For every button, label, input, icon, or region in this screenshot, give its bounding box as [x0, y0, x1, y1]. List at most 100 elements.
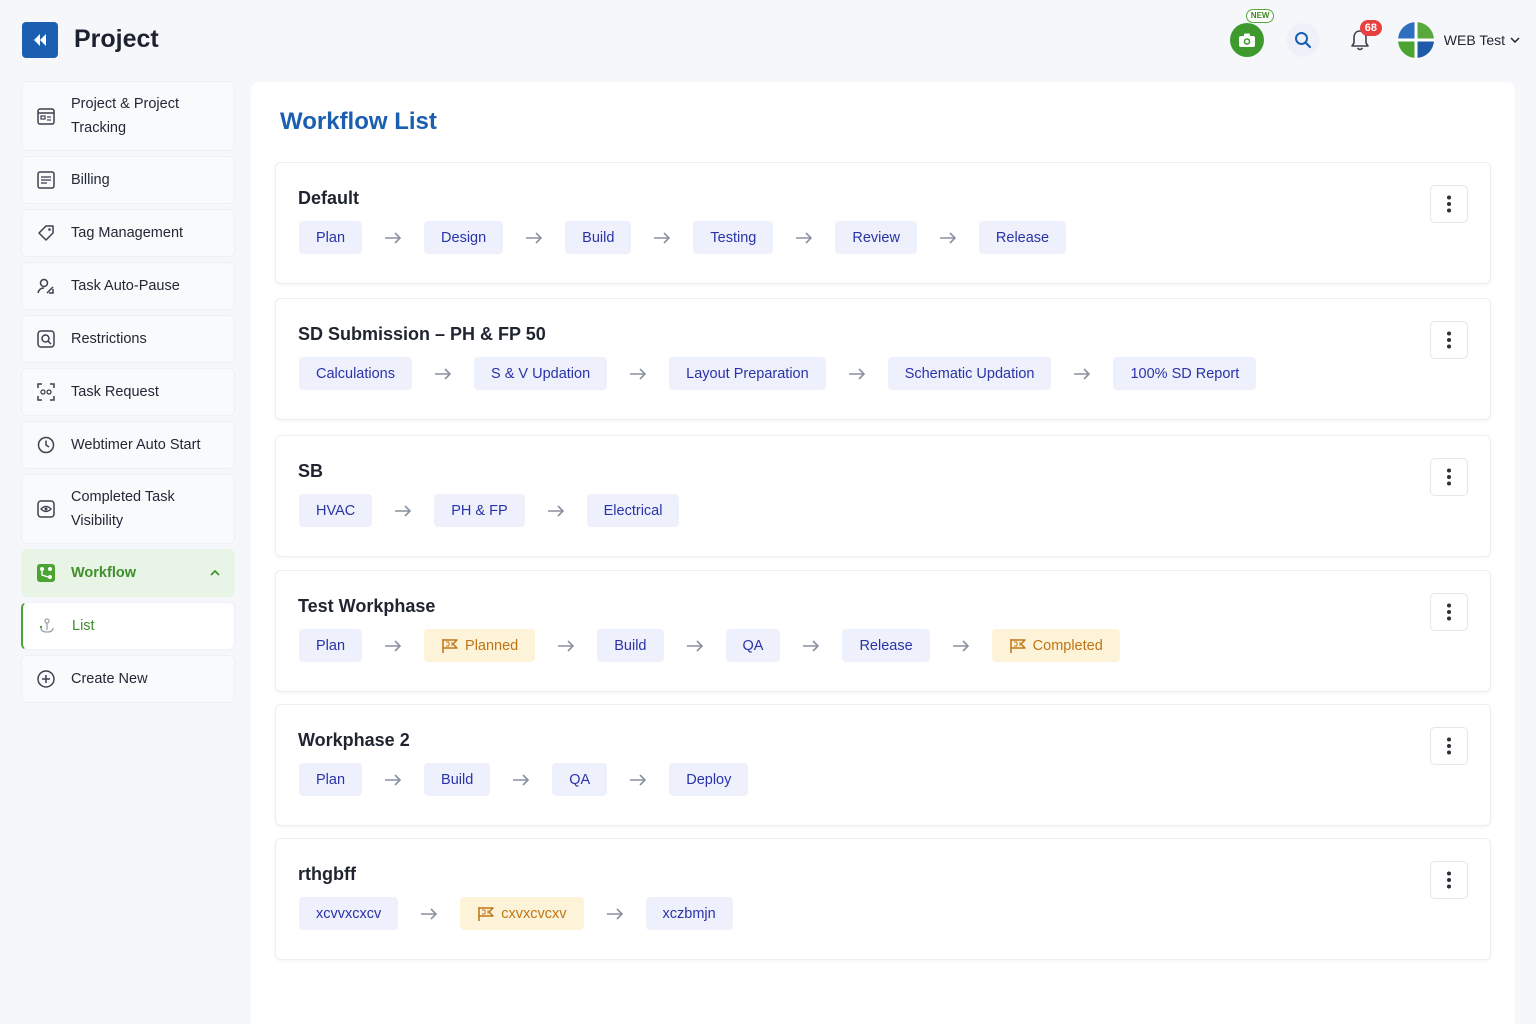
- phase-label: Build: [441, 771, 474, 788]
- phase-chip[interactable]: QA: [725, 629, 781, 662]
- sidebar-item-create-new[interactable]: Create New: [21, 655, 235, 703]
- sidebar-item-label: Task Auto-Pause: [71, 278, 180, 294]
- phase-chip[interactable]: Plan: [299, 629, 363, 662]
- workflow-phases: Plan Design Build Testing Review Release: [299, 221, 1067, 254]
- sidebar-item-restrictions[interactable]: Restrictions: [21, 315, 235, 363]
- workflow-phases: Plan Build QA Deploy: [299, 763, 749, 796]
- phase-chip[interactable]: Build: [424, 763, 491, 796]
- chevron-down-icon: [1510, 37, 1520, 43]
- arrow-right-icon: [917, 231, 979, 244]
- workflow-card: SB HVAC PH & FP Electrical: [275, 435, 1491, 557]
- workflow-card: Test Workphase Plan Planned Build QA Release C…: [275, 570, 1491, 692]
- phase-chip[interactable]: Testing: [693, 221, 774, 254]
- more-options-button[interactable]: [1430, 593, 1468, 631]
- notification-count-badge: 68: [1359, 20, 1383, 36]
- phase-chip[interactable]: 100% SD Report: [1113, 357, 1257, 390]
- arrow-right-icon: [607, 367, 669, 380]
- camera-button[interactable]: NEW: [1229, 9, 1275, 57]
- phase-chip[interactable]: Build: [565, 221, 632, 254]
- workflow-phases: Plan Planned Build QA Release Completed: [299, 629, 1120, 662]
- collapse-back-button[interactable]: [22, 22, 58, 58]
- phase-chip[interactable]: Review: [835, 221, 917, 254]
- phase-chip[interactable]: Plan: [299, 763, 363, 796]
- phase-label: Plan: [316, 229, 346, 246]
- sidebar-item-task-request[interactable]: Task Request: [21, 368, 235, 416]
- kebab-menu-icon: [1447, 331, 1451, 349]
- search-button[interactable]: [1285, 23, 1320, 57]
- main-panel: Workflow List Default Plan Design Build Test…: [251, 82, 1515, 1024]
- phase-chip[interactable]: Release: [842, 629, 930, 662]
- sidebar-item-list[interactable]: List: [21, 602, 235, 650]
- phase-label: Plan: [316, 637, 346, 654]
- arrow-right-icon: [826, 367, 888, 380]
- phase-label: Schematic Updation: [904, 365, 1035, 382]
- sidebar-item-label: List: [72, 618, 95, 634]
- arrow-right-icon: [362, 231, 424, 244]
- visibility-icon: [36, 499, 56, 519]
- phase-chip[interactable]: Electrical: [586, 494, 680, 527]
- milestone-chip[interactable]: Completed: [991, 629, 1120, 662]
- sidebar-item-workflow[interactable]: Workflow: [21, 549, 235, 597]
- sidebar-item-webtimer-auto-start[interactable]: Webtimer Auto Start: [21, 421, 235, 469]
- workflow-name: Test Workphase: [298, 596, 436, 616]
- phase-chip[interactable]: xcvvxcxcv: [299, 897, 399, 930]
- phase-chip[interactable]: PH & FP: [434, 494, 525, 527]
- sidebar-item-label: Task Request: [71, 384, 159, 400]
- phase-chip[interactable]: Plan: [299, 221, 363, 254]
- phase-chip[interactable]: Deploy: [669, 763, 749, 796]
- phase-label: Plan: [316, 771, 346, 788]
- header-actions: NEW 68 WEB Test: [1229, 9, 1520, 62]
- workflow-card: Default Plan Design Build Testing Review Relea…: [275, 162, 1491, 284]
- plus-circle-icon: [36, 669, 56, 689]
- phase-label: Testing: [710, 229, 757, 246]
- phase-chip[interactable]: Calculations: [299, 357, 412, 390]
- sidebar-item-completed-task-visibility[interactable]: Completed Task Visibility: [21, 474, 235, 544]
- arrow-right-icon: [525, 504, 587, 517]
- sidebar-item-label: Workflow: [71, 565, 136, 581]
- arrow-right-icon: [503, 231, 565, 244]
- phase-chip[interactable]: xczbmjn: [645, 897, 733, 930]
- phase-chip[interactable]: Layout Preparation: [669, 357, 826, 390]
- sidebar-item-label-line2: Visibility: [71, 513, 124, 529]
- more-options-button[interactable]: [1430, 458, 1468, 496]
- sidebar-item-project-tracking[interactable]: Project & Project Tracking: [21, 81, 235, 151]
- sidebar-item-task-auto-pause[interactable]: Task Auto-Pause: [21, 262, 235, 310]
- sidebar-item-label: Tag Management: [71, 225, 184, 241]
- sidebar-item-billing[interactable]: Billing: [21, 156, 235, 204]
- top-header: Project NEW 68 WEB Test: [0, 0, 1536, 80]
- more-options-button[interactable]: [1430, 321, 1468, 359]
- arrow-right-icon: [930, 639, 992, 652]
- milestone-chip[interactable]: cxvxcvcxv: [460, 897, 584, 930]
- milestone-chip[interactable]: Planned: [424, 629, 536, 662]
- more-options-button[interactable]: [1430, 861, 1468, 899]
- timer-icon: [36, 435, 56, 455]
- project-tracking-icon: [36, 106, 56, 126]
- arrow-right-icon: [631, 231, 693, 244]
- kebab-menu-icon: [1447, 468, 1451, 486]
- phase-chip[interactable]: S & V Updation: [474, 357, 608, 390]
- phase-chip[interactable]: HVAC: [299, 494, 373, 527]
- user-menu[interactable]: WEB Test: [1397, 22, 1520, 58]
- notifications-button[interactable]: 68: [1342, 20, 1383, 58]
- sidebar-item-label: Webtimer Auto Start: [71, 437, 201, 453]
- kebab-menu-icon: [1447, 871, 1451, 889]
- search-icon: [1294, 32, 1311, 49]
- more-options-button[interactable]: [1430, 185, 1468, 223]
- more-options-button[interactable]: [1430, 727, 1468, 765]
- phase-chip[interactable]: Design: [424, 221, 504, 254]
- phase-chip[interactable]: Release: [978, 221, 1067, 254]
- arrow-right-icon: [664, 639, 726, 652]
- phase-chip[interactable]: Build: [597, 629, 664, 662]
- sidebar-item-tag-management[interactable]: Tag Management: [21, 209, 235, 257]
- phase-chip[interactable]: Schematic Updation: [887, 357, 1052, 390]
- arrow-right-icon: [362, 639, 424, 652]
- phase-label: Layout Preparation: [686, 365, 809, 382]
- auto-pause-icon: [36, 276, 56, 296]
- phase-label: cxvxcvcxv: [501, 905, 567, 922]
- phase-label: Calculations: [316, 365, 395, 382]
- phase-label: Planned: [465, 637, 519, 654]
- flag-icon: [477, 906, 495, 922]
- arrow-right-icon: [773, 231, 835, 244]
- phase-label: PH & FP: [451, 502, 508, 519]
- phase-chip[interactable]: QA: [552, 763, 608, 796]
